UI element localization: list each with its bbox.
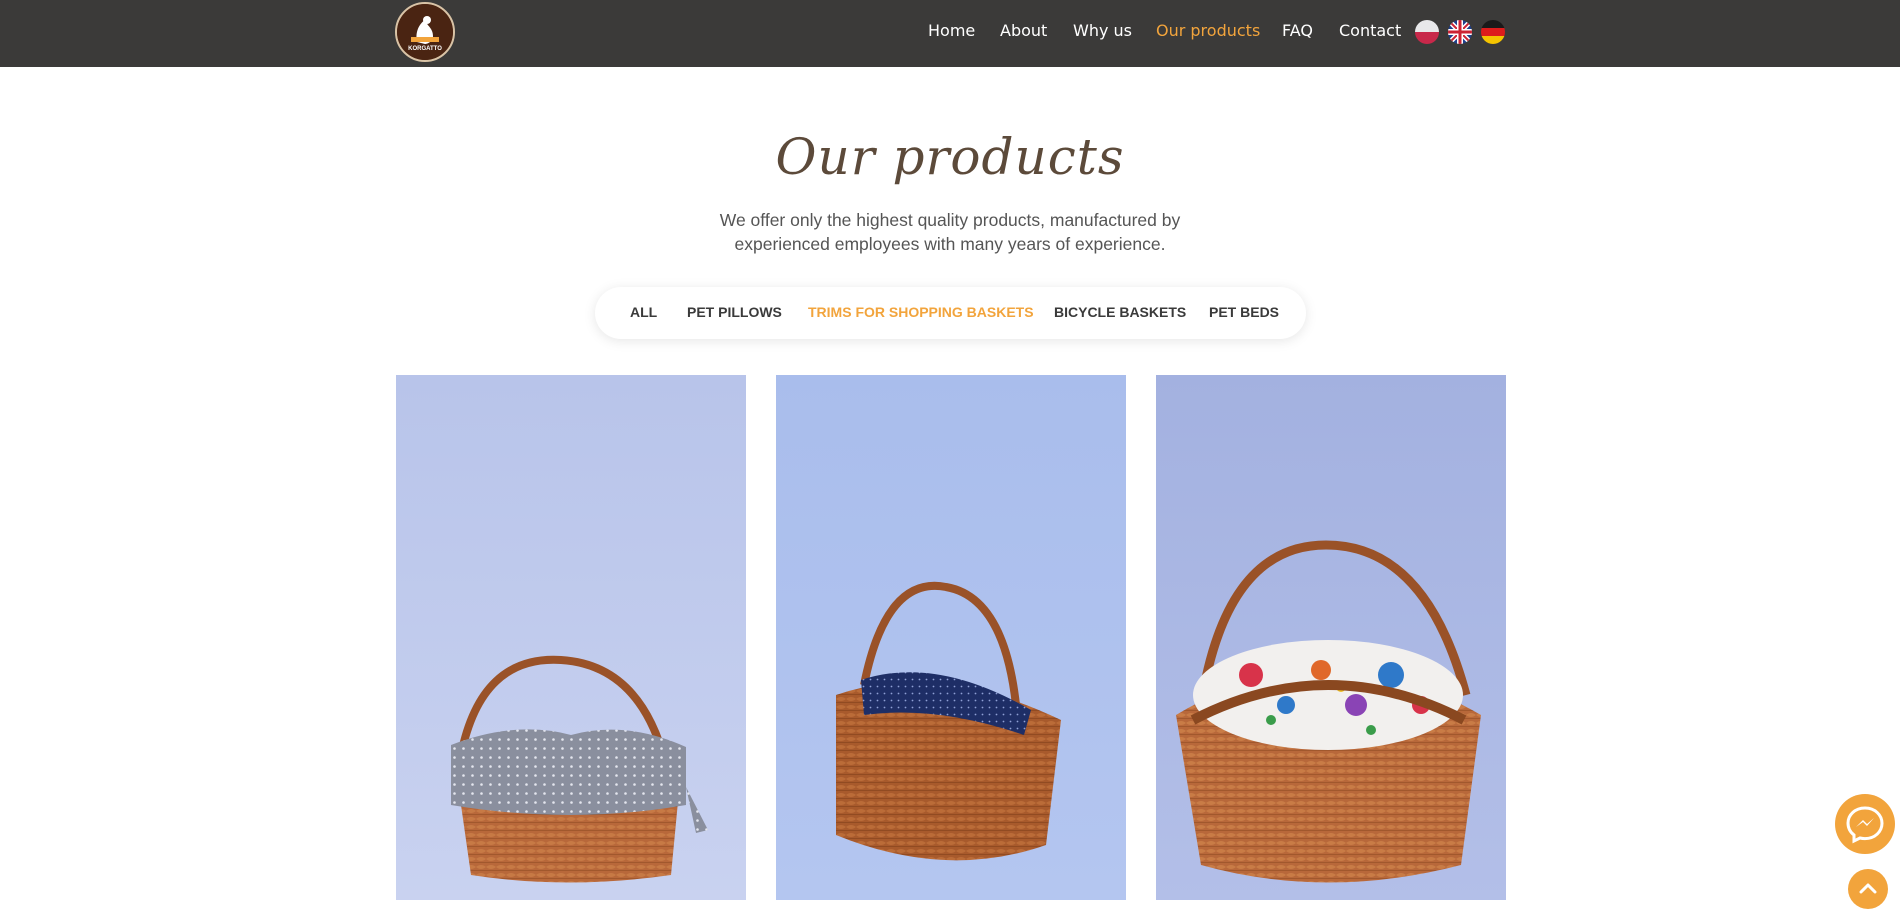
product-card[interactable] bbox=[1156, 375, 1506, 900]
filter-pet-pillows[interactable]: PET PILLOWS bbox=[687, 304, 782, 320]
filter-trims-for-shopping-baskets[interactable]: TRIMS FOR SHOPPING BASKETS bbox=[808, 304, 1034, 320]
product-card[interactable] bbox=[396, 375, 746, 900]
page-title: Our products bbox=[775, 128, 1125, 186]
uk-flag-icon[interactable] bbox=[1448, 20, 1472, 44]
nav-contact[interactable]: Contact bbox=[1339, 21, 1401, 40]
nav-our-products[interactable]: Our products bbox=[1156, 21, 1260, 40]
filter-bicycle-baskets[interactable]: BICYCLE BASKETS bbox=[1054, 304, 1186, 320]
back-to-top-button[interactable] bbox=[1848, 869, 1888, 909]
site-header: KORGATTO Home About Why us Our products … bbox=[0, 0, 1900, 67]
nav-about[interactable]: About bbox=[1000, 21, 1047, 40]
nav-why-us[interactable]: Why us bbox=[1073, 21, 1132, 40]
wicker-basket-floral-liner-image bbox=[1156, 375, 1506, 900]
wicker-basket-grey-dotted-liner-image bbox=[396, 375, 746, 900]
section-lead: We offer only the highest quality produc… bbox=[719, 210, 1181, 254]
chevron-up-icon bbox=[1859, 883, 1877, 894]
messenger-icon bbox=[1846, 806, 1884, 844]
german-flag-icon[interactable] bbox=[1481, 20, 1505, 44]
filter-all[interactable]: ALL bbox=[630, 304, 657, 320]
nav-faq[interactable]: FAQ bbox=[1282, 21, 1313, 40]
polish-flag-icon[interactable] bbox=[1415, 20, 1439, 44]
product-card[interactable] bbox=[776, 375, 1126, 900]
nav-home[interactable]: Home bbox=[928, 21, 975, 40]
messenger-chat-button[interactable] bbox=[1835, 794, 1895, 854]
product-filter-bar: ALL PET PILLOWS TRIMS FOR SHOPPING BASKE… bbox=[595, 287, 1306, 339]
main-nav: Home About Why us Our products FAQ Conta… bbox=[0, 0, 1900, 67]
wicker-basket-navy-dotted-liner-image bbox=[776, 375, 1126, 900]
filter-pet-beds[interactable]: PET BEDS bbox=[1209, 304, 1279, 320]
